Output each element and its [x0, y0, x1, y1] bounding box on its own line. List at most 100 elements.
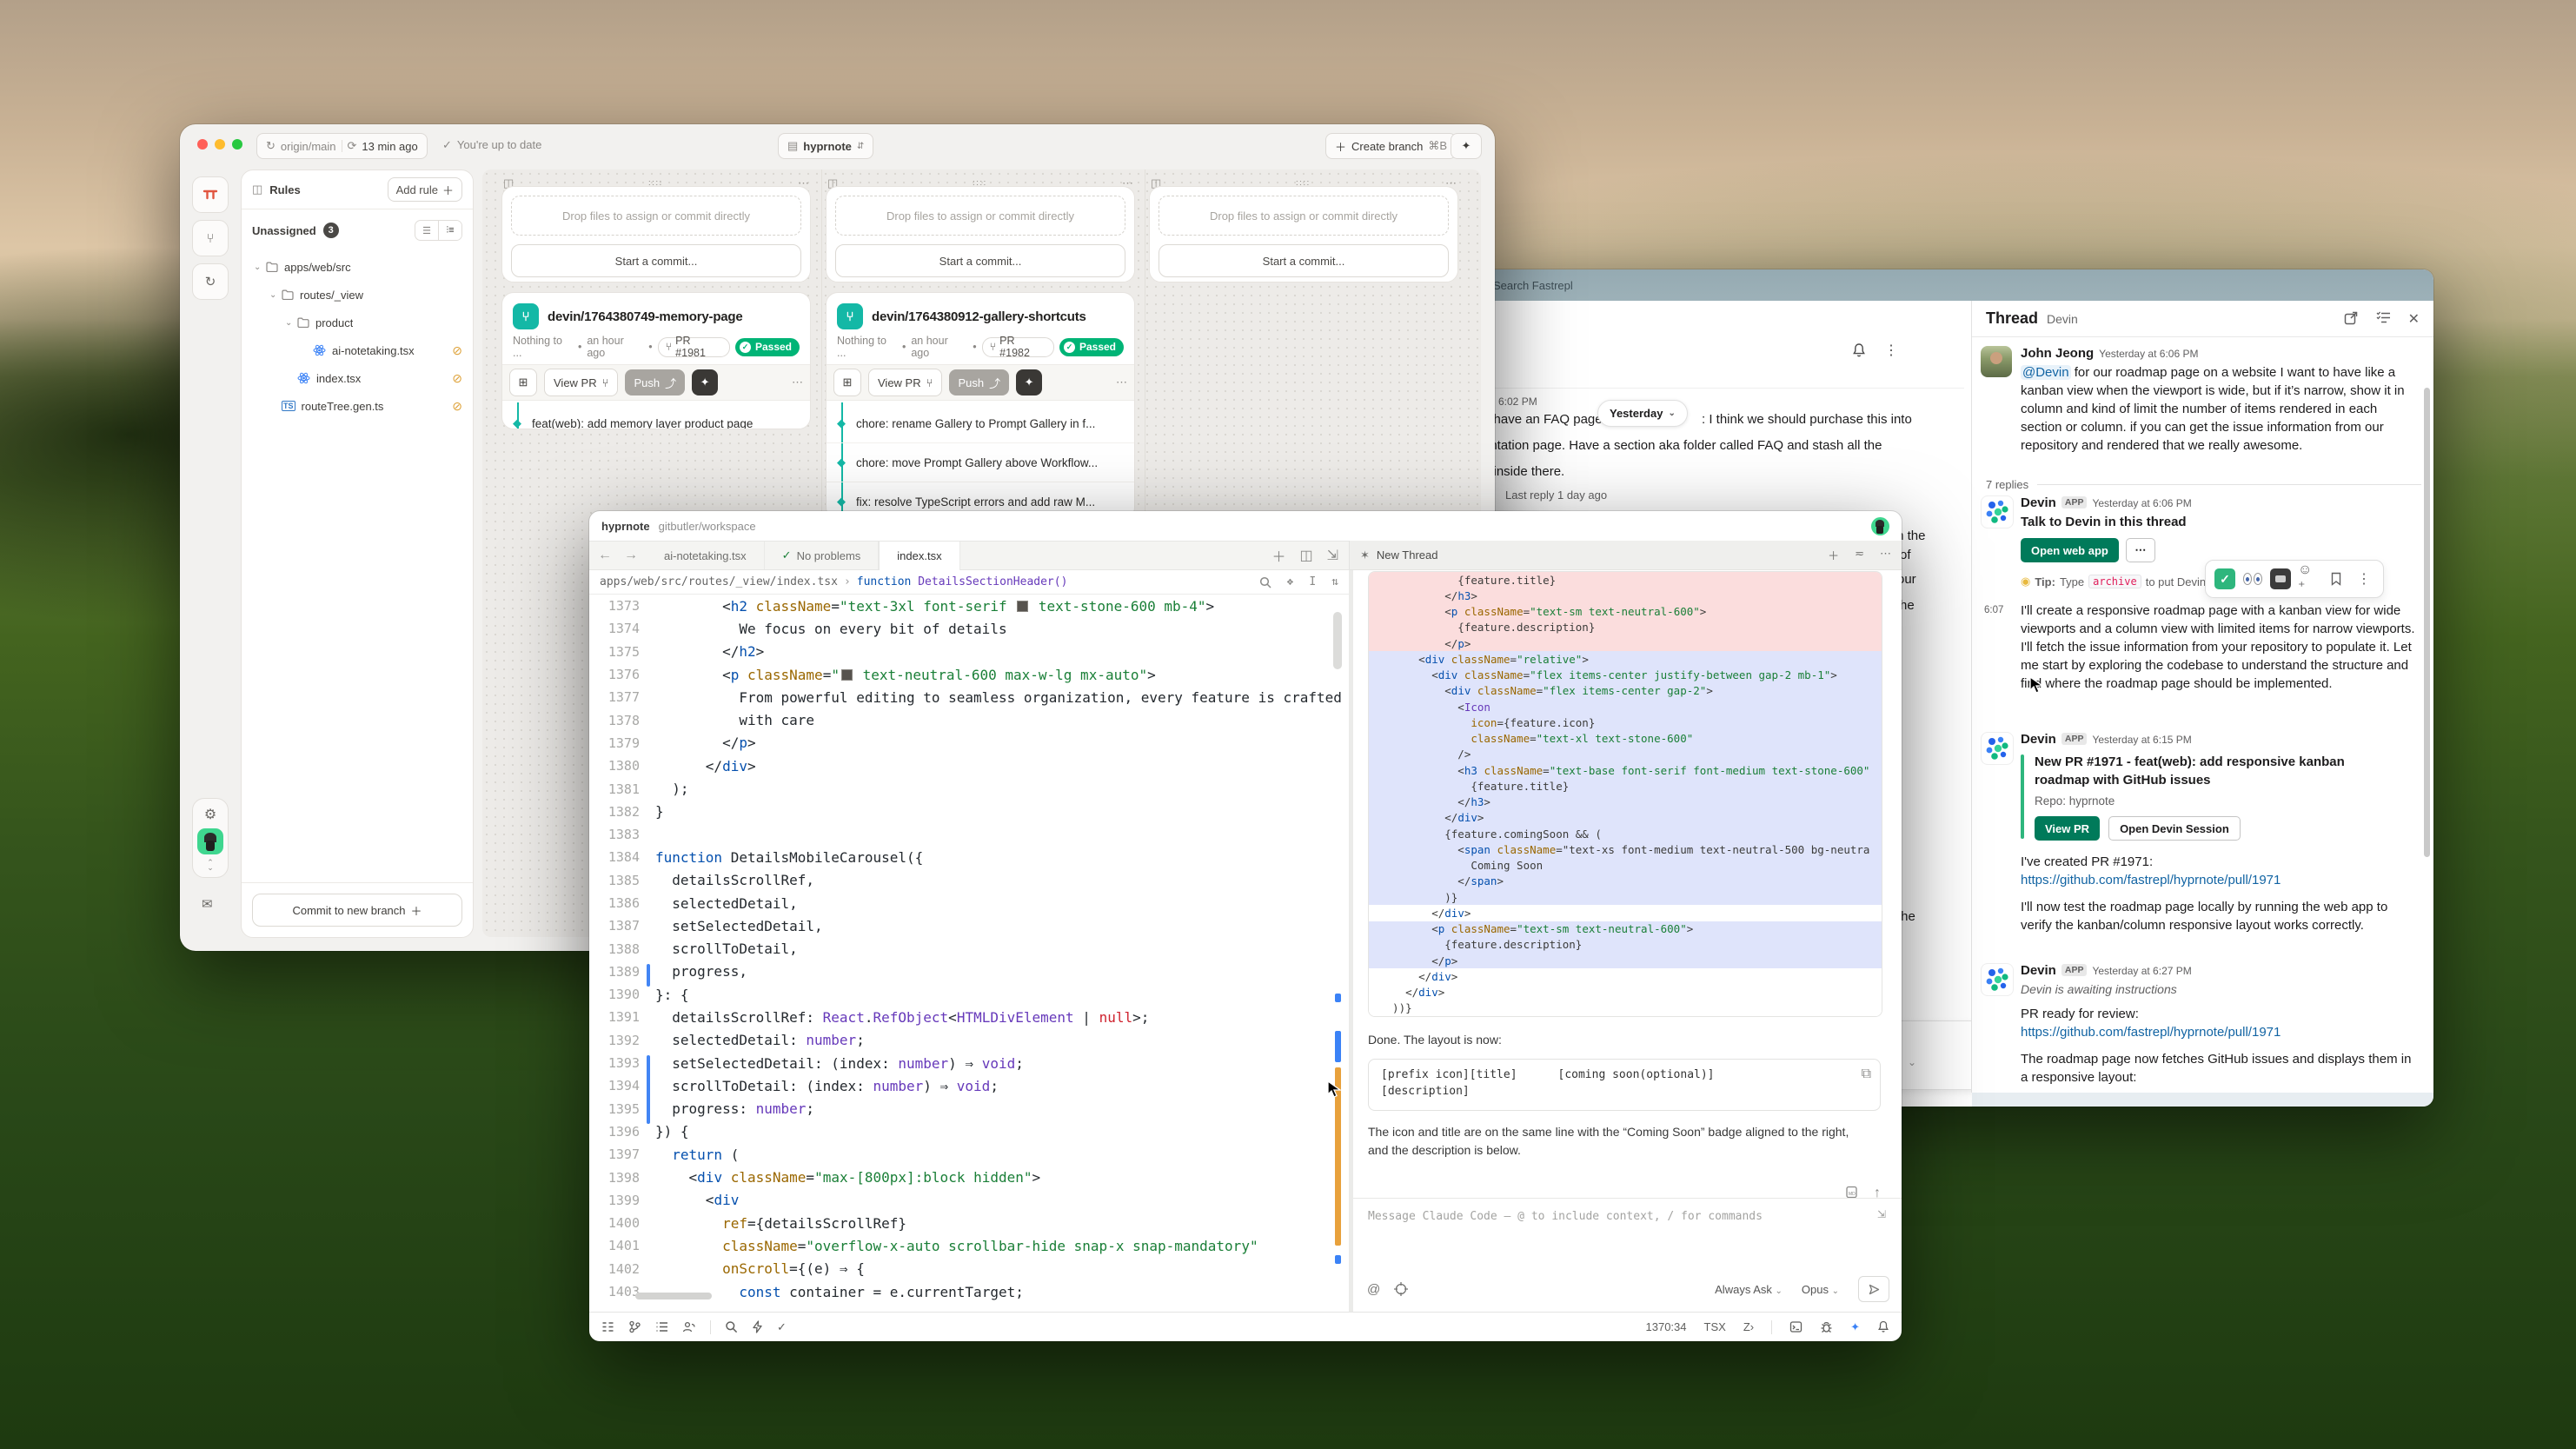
ai-sparkle-button[interactable]: ✦	[1016, 369, 1042, 395]
assign-icon[interactable]: ⊞	[833, 369, 861, 396]
bookmark-icon[interactable]	[2326, 568, 2347, 589]
close-icon[interactable]: ✕	[2408, 310, 2420, 328]
commit-to-new-branch-button[interactable]: Commit to new branch＋	[252, 894, 462, 927]
ai-actions-button[interactable]: ✦	[1451, 133, 1482, 159]
code-line[interactable]: 1398 <div className="max-[800px]:block h…	[589, 1166, 1349, 1188]
chevron-updown-icon[interactable]: ⌃⌄	[207, 860, 214, 870]
popout-icon[interactable]	[2344, 310, 2359, 328]
scroll-top-icon[interactable]: ↑	[1874, 1186, 1881, 1201]
date-pill[interactable]: Yesterday⌄	[1597, 400, 1688, 427]
zoom-button[interactable]	[232, 139, 242, 150]
tree-file[interactable]: ai-notetaking.tsx⊘	[242, 336, 473, 364]
commit-row[interactable]: ◆feat(web): add memory layer product pag…	[502, 404, 810, 429]
chevron-down-icon[interactable]: ⌄	[1908, 1056, 1916, 1068]
code-line[interactable]: 1396}) {	[589, 1120, 1349, 1143]
list-view-button[interactable]: ☰	[415, 221, 438, 240]
diagnostics-check-icon[interactable]: ✓	[777, 1320, 787, 1334]
more-icon[interactable]: ⋯	[792, 376, 803, 389]
code-line[interactable]: 1401 className="overflow-x-auto scrollba…	[589, 1234, 1349, 1257]
open-devin-session-button[interactable]: Open Devin Session	[2108, 816, 2241, 841]
drop-zone[interactable]: Drop files to assign or commit directly	[835, 196, 1125, 236]
code-line[interactable]: 1388 scrollToDetail,	[589, 937, 1349, 960]
horizontal-scrollbar[interactable]	[635, 1293, 712, 1299]
nav-back-icon[interactable]: ←	[598, 548, 612, 563]
expand-composer-icon[interactable]: ⇲	[1877, 1208, 1886, 1220]
create-branch-button[interactable]: ＋Create branch⌘B	[1325, 133, 1457, 159]
close-button[interactable]	[197, 139, 208, 150]
tree-file[interactable]: TSrouteTree.gen.ts⊘	[242, 392, 473, 420]
open-web-app-button[interactable]: Open web app	[2021, 538, 2119, 562]
language-mode[interactable]: TSX	[1704, 1320, 1726, 1333]
symbols-icon[interactable]: ❖	[1287, 575, 1294, 588]
chevron-down-icon[interactable]: ⌄	[285, 318, 297, 328]
bell-icon[interactable]	[1851, 342, 1867, 358]
editor-project-name[interactable]: hyprnote	[601, 520, 650, 533]
code-line[interactable]: 1399 <div	[589, 1189, 1349, 1212]
author-name[interactable]: Devin	[2021, 732, 2056, 747]
push-button[interactable]: Push ⤴	[625, 369, 685, 395]
editor-scrollbar[interactable]	[1333, 595, 1344, 1303]
more-icon[interactable]: ⋯	[1116, 376, 1127, 389]
code-line[interactable]: 1385 detailsScrollRef,	[589, 869, 1349, 892]
kebab-icon[interactable]: ⋮	[2354, 568, 2374, 589]
new-tab-icon[interactable]: ＋	[1271, 545, 1285, 566]
pr-link[interactable]: https://github.com/fastrepl/hyprnote/pul…	[2021, 1025, 2281, 1040]
more-icon[interactable]: ⋯	[1880, 547, 1891, 563]
view-pr-button[interactable]: View PR ⑂	[544, 369, 618, 396]
check-reaction-icon[interactable]: ✓	[2214, 568, 2235, 589]
drop-zone[interactable]: Drop files to assign or commit directly	[511, 196, 801, 236]
ai-sparkle-button[interactable]: ✦	[692, 369, 718, 395]
collaborator-avatar[interactable]	[1871, 517, 1889, 535]
gear-icon[interactable]: ⚙	[204, 806, 216, 823]
code-line[interactable]: 1384function DetailsMobileCarousel({	[589, 846, 1349, 868]
code-line[interactable]: 1390}: {	[589, 983, 1349, 1006]
start-commit-button[interactable]: Start a commit...	[1159, 244, 1449, 277]
view-pr-button[interactable]: View PR ⑂	[868, 369, 942, 396]
branches-view-icon[interactable]: ⑂	[192, 220, 229, 256]
context-icon[interactable]	[1394, 1282, 1408, 1296]
code-line[interactable]: 1379 </p>	[589, 732, 1349, 754]
devin-reaction-icon[interactable]	[2270, 568, 2291, 589]
new-thread-icon[interactable]: ＋	[1828, 547, 1839, 563]
add-rule-button[interactable]: Add rule＋	[388, 177, 462, 202]
sort-icon[interactable]: ⇅	[1331, 575, 1338, 588]
code-line[interactable]: 1374 We focus on every bit of details	[589, 617, 1349, 640]
code-editor[interactable]: 1373 <h2 className="text-3xl font-serif …	[589, 595, 1349, 1303]
ci-status-badge[interactable]: ✓Passed	[1059, 338, 1124, 356]
editor-branch-name[interactable]: gitbutler/workspace	[659, 520, 756, 533]
code-line[interactable]: 1383	[589, 823, 1349, 846]
thread-scrollbar[interactable]	[2424, 388, 2430, 857]
zeta-indicator[interactable]: Z›	[1743, 1320, 1754, 1333]
search-icon[interactable]	[1259, 576, 1271, 588]
markdown-icon[interactable]: MD	[1845, 1186, 1858, 1201]
author-name[interactable]: John Jeong	[2021, 346, 2094, 361]
ai-sparkle-icon[interactable]: ✦	[1850, 1320, 1860, 1334]
pr-pill[interactable]: ⑂PR #1982	[982, 337, 1054, 357]
branch-name[interactable]: devin/1764380912-gallery-shortcuts	[872, 309, 1086, 324]
push-button[interactable]: Push ⤴	[949, 369, 1009, 395]
code-line[interactable]: 1395 progress: number;	[589, 1098, 1349, 1120]
minimize-button[interactable]	[215, 139, 225, 150]
code-line[interactable]: 1391 detailsScrollRef: React.RefObject<H…	[589, 1006, 1349, 1028]
branch-name[interactable]: devin/1764380749-memory-page	[548, 309, 743, 324]
avatar[interactable]	[197, 828, 223, 854]
eyes-reaction-icon[interactable]	[2242, 568, 2263, 589]
window-controls[interactable]	[197, 139, 242, 150]
pr-link[interactable]: https://github.com/fastrepl/hyprnote/pul…	[2021, 873, 2281, 887]
code-line[interactable]: 1382}	[589, 801, 1349, 823]
code-line[interactable]: 1397 return (	[589, 1143, 1349, 1166]
code-line[interactable]: 1375 </h2>	[589, 641, 1349, 663]
code-line[interactable]: 1376 <p className=" text-neutral-600 max…	[589, 663, 1349, 686]
devin-avatar[interactable]	[1981, 495, 2014, 528]
maximize-pane-icon[interactable]: ⇲	[1327, 547, 1338, 564]
mention[interactable]: @Devin	[2021, 365, 2071, 380]
mention-icon[interactable]: @	[1367, 1282, 1380, 1297]
cursor-icon[interactable]: I	[1309, 575, 1316, 588]
drop-zone[interactable]: Drop files to assign or commit directly	[1159, 196, 1449, 236]
composer-input[interactable]: Message Claude Code – @ to include conte…	[1368, 1210, 1763, 1223]
tree-folder[interactable]: ⌄apps/web/src	[242, 253, 473, 281]
cursor-position[interactable]: 1370:34	[1646, 1320, 1687, 1333]
code-line[interactable]: 1402 onScroll={(e) ⇒ {	[589, 1258, 1349, 1280]
project-panel-icon[interactable]	[601, 1320, 614, 1333]
search-icon[interactable]	[725, 1320, 738, 1333]
